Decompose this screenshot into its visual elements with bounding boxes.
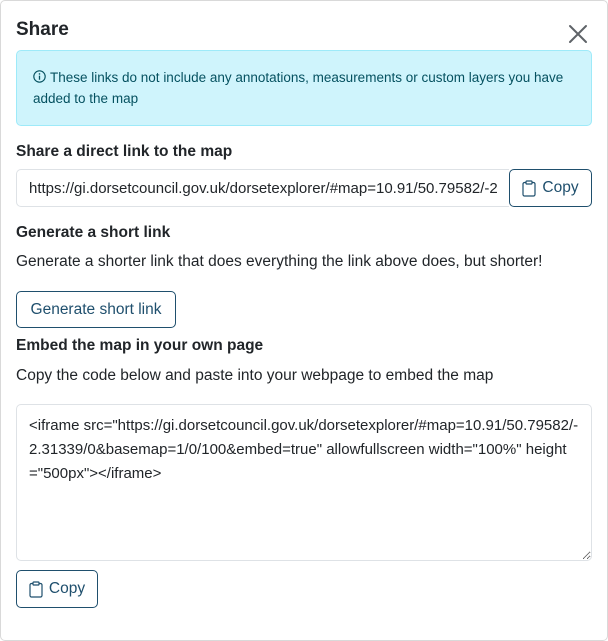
copy-link-button[interactable]: Copy: [509, 169, 592, 207]
info-circle-icon: [33, 70, 46, 83]
copy-embed-button[interactable]: Copy: [16, 570, 98, 608]
clipboard-icon: [29, 580, 43, 598]
direct-link-input[interactable]: [16, 169, 509, 207]
info-alert: These links do not include any annotatio…: [16, 50, 592, 126]
generate-short-link-button[interactable]: Generate short link: [16, 291, 176, 328]
embed-description: Copy the code below and paste into your …: [16, 367, 494, 384]
short-link-label: Generate a short link: [16, 224, 171, 241]
share-dialog: Share These links do not include any ann…: [0, 0, 608, 641]
direct-link-group: Copy: [16, 169, 592, 207]
clipboard-icon: [522, 179, 537, 197]
close-icon: [569, 25, 587, 43]
embed-label: Embed the map in your own page: [16, 337, 264, 354]
embed-code-textarea[interactable]: <iframe src="https://gi.dorsetcouncil.go…: [16, 404, 592, 561]
copy-link-label: Copy: [542, 179, 579, 196]
direct-link-label: Share a direct link to the map: [16, 143, 233, 160]
short-link-description: Generate a shorter link that does everyt…: [16, 253, 543, 270]
dialog-title: Share: [16, 19, 69, 40]
close-button[interactable]: [567, 23, 589, 45]
copy-embed-label: Copy: [48, 580, 86, 597]
info-alert-text: These links do not include any annotatio…: [33, 70, 564, 106]
